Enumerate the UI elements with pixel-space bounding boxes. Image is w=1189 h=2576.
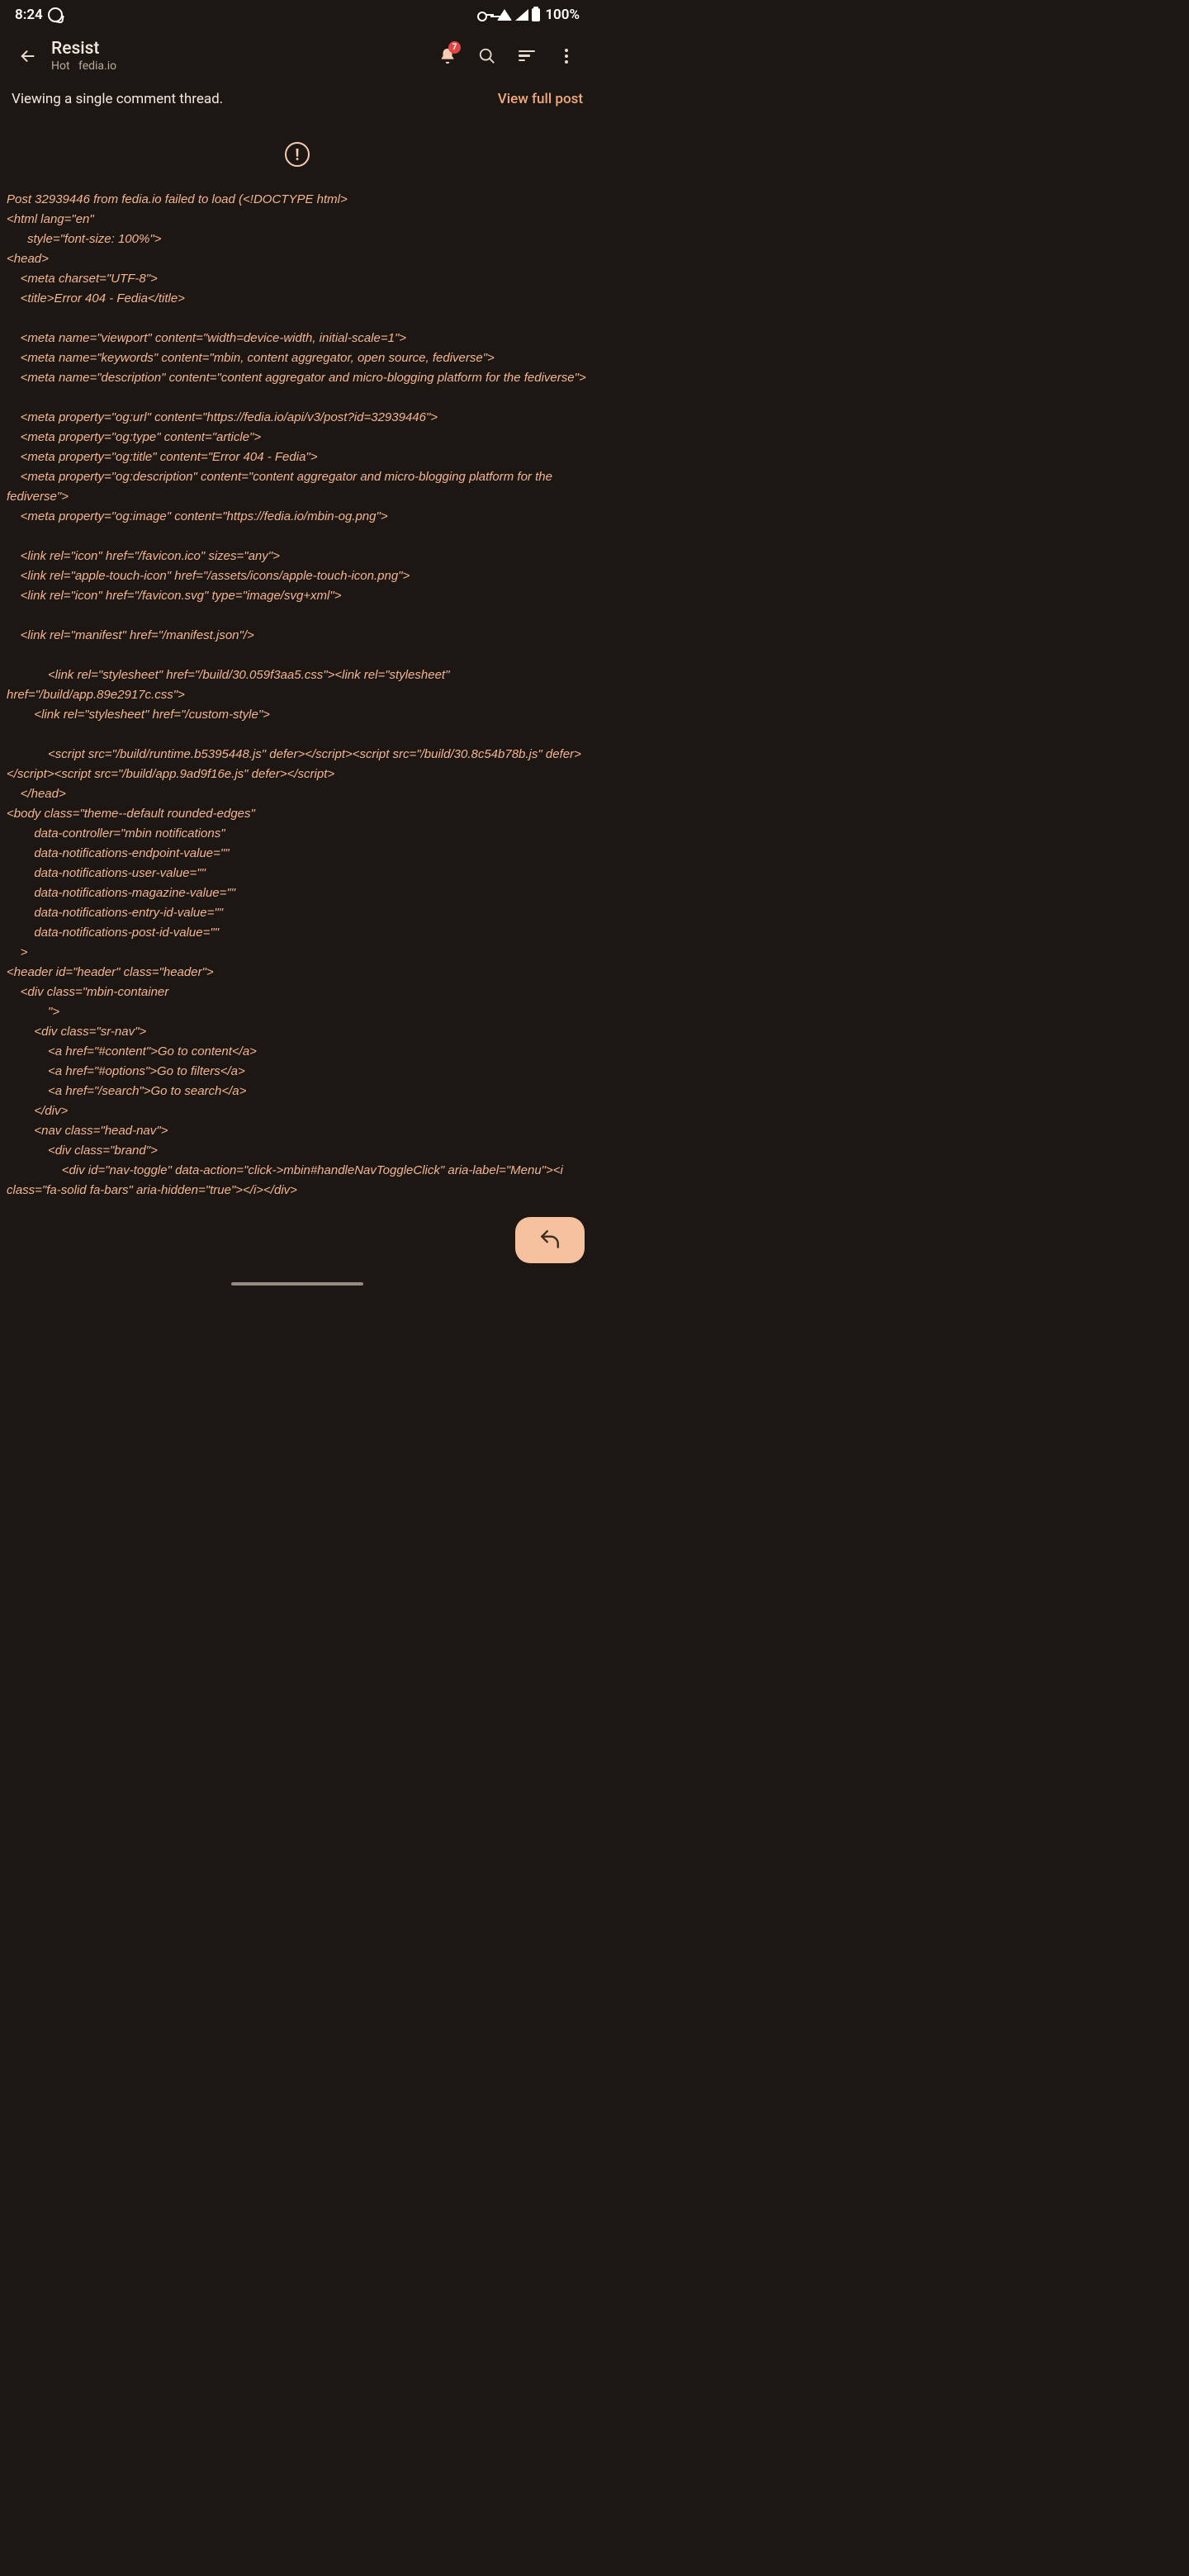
error-zone: ! [0, 117, 594, 175]
community-subtitle: Hot fedia.io [51, 59, 429, 73]
wifi-icon [497, 9, 512, 21]
status-right: 100% [477, 7, 580, 23]
action-icons: 7 [429, 38, 585, 74]
host-label: fedia.io [78, 59, 116, 73]
more-button[interactable] [548, 38, 585, 74]
battery-percent: 100% [545, 7, 580, 23]
error-icon: ! [285, 142, 310, 167]
search-icon [478, 47, 496, 65]
reply-fab[interactable] [515, 1217, 585, 1263]
vpn-key-icon [477, 11, 494, 19]
cell-signal-icon [515, 9, 528, 21]
status-left: 8:24 [15, 7, 63, 23]
nav-handle[interactable] [231, 1282, 363, 1286]
status-time: 8:24 [15, 7, 43, 23]
sort-icon [519, 48, 535, 64]
app-bar: Resist Hot fedia.io 7 [0, 29, 594, 83]
reply-icon [539, 1229, 561, 1251]
error-glyph: ! [295, 145, 299, 164]
banner-message: Viewing a single comment thread. [12, 91, 223, 107]
more-vert-icon [565, 46, 568, 66]
error-message: Post 32939446 from fedia.io failed to lo… [0, 175, 594, 1200]
notification-badge: 7 [448, 41, 461, 54]
thread-banner: Viewing a single comment thread. View fu… [0, 83, 594, 117]
view-full-post-link[interactable]: View full post [498, 91, 583, 107]
back-button[interactable] [10, 38, 46, 74]
title-block[interactable]: Resist Hot fedia.io [51, 39, 429, 73]
search-button[interactable] [469, 38, 505, 74]
sort-label: Hot [51, 59, 70, 73]
status-bar: 8:24 100% [0, 0, 594, 29]
notifications-button[interactable]: 7 [429, 38, 466, 74]
whatsapp-icon [48, 7, 63, 22]
community-title: Resist [51, 39, 429, 59]
sort-button[interactable] [509, 38, 545, 74]
battery-icon [532, 8, 540, 21]
back-arrow-icon [19, 47, 37, 65]
